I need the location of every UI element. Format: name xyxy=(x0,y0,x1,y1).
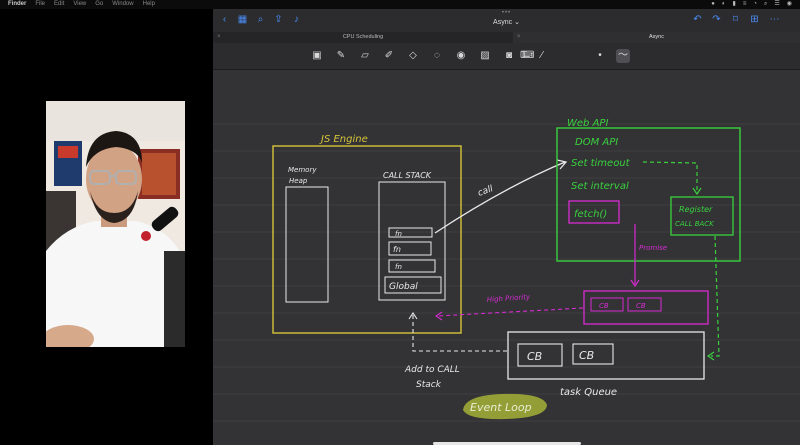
event-loop-label: Event Loop xyxy=(470,401,532,414)
set-interval-label: Set interval xyxy=(571,181,629,192)
stack-frame-fn-3-label: fn xyxy=(395,263,402,271)
menu-finder[interactable]: Finder xyxy=(8,0,26,9)
highlighter-icon[interactable]: ✐ xyxy=(382,49,396,63)
register-callback-box xyxy=(670,196,734,236)
task-cb-2-label: CB xyxy=(579,349,594,362)
bookmark-icon[interactable]: ⌑ xyxy=(729,13,742,26)
document-tabs: × CPU Scheduling × Async xyxy=(213,32,800,43)
stroke-width-icon[interactable]: 〜 xyxy=(616,49,630,63)
fetch-label: fetch() xyxy=(574,209,607,220)
add-to-call-stack-label-1: Add to CALL xyxy=(404,365,460,375)
menu-window[interactable]: Window xyxy=(112,0,133,9)
microtask-cb-1-label: CB xyxy=(599,302,609,310)
call-label: call xyxy=(477,184,495,199)
task-cb-1-label: CB xyxy=(527,350,542,363)
menu-edit[interactable]: Edit xyxy=(54,0,64,9)
siri-icon[interactable]: ◉ xyxy=(787,0,792,9)
callback-label: CALL BACK xyxy=(675,220,715,228)
eraser-icon[interactable]: ▱ xyxy=(358,49,372,63)
callback-to-queue-arrow xyxy=(711,235,720,357)
menu-go[interactable]: Go xyxy=(95,0,103,9)
add-to-call-stack-label-2: Stack xyxy=(416,380,442,390)
microtask-cb-2-label: CB xyxy=(636,302,646,310)
lasso-icon[interactable]: ◌ xyxy=(430,49,444,63)
set-timeout-register-arrow xyxy=(642,161,698,192)
document-title-text: Async xyxy=(493,19,513,26)
more-icon[interactable]: ⋯ xyxy=(768,13,781,26)
set-timeout-label: Set timeout xyxy=(571,158,631,169)
image-icon[interactable]: ▨ xyxy=(478,49,492,63)
stack-frame-fn-1-label: fn xyxy=(395,230,402,238)
shapes-icon[interactable]: ◇ xyxy=(406,49,420,63)
chevron-down-icon: ⌄ xyxy=(514,19,520,26)
macos-menubar: Finder File Edit View Go Window Help ● ◐… xyxy=(0,0,800,9)
menu-help[interactable]: Help xyxy=(143,0,155,9)
memory-heap-label-2: Heap xyxy=(289,177,308,185)
tab-label: CPU Scheduling xyxy=(342,34,384,40)
webcam-video xyxy=(46,101,185,347)
tab-cpu-scheduling[interactable]: × CPU Scheduling xyxy=(213,32,513,43)
record-icon[interactable]: ● xyxy=(711,0,715,9)
focus-icon[interactable]: ◐ xyxy=(722,0,726,9)
high-priority-label: High Priority xyxy=(487,293,532,304)
task-queue-label: task Queue xyxy=(560,387,617,398)
memory-heap-box xyxy=(285,186,329,303)
menubar-status: ● ◐ ▮ ≡ ◔ ⌕ ☰ ◉ xyxy=(711,0,792,9)
note-canvas[interactable]: JS Engine Memory Heap CALL STACK fn fn f… xyxy=(213,70,800,445)
clock-icon[interactable]: ◔ xyxy=(753,0,757,9)
call-arrow xyxy=(434,161,566,234)
stack-frame-global-label: Global xyxy=(389,282,418,292)
drawing-toolbar: ▣ ✎ ▱ ✐ ◇ ◌ ◉ ▨ ◙ ⌨ T ⁄ • 〜 xyxy=(213,43,800,70)
image-scan-icon[interactable]: ▣ xyxy=(310,49,324,63)
menu-view[interactable]: View xyxy=(73,0,86,9)
close-icon[interactable]: × xyxy=(517,32,521,43)
close-icon[interactable]: × xyxy=(217,32,221,43)
tab-async[interactable]: × Async xyxy=(513,32,800,43)
js-engine-box xyxy=(272,145,462,334)
presenter-picture xyxy=(46,101,185,347)
wifi-icon[interactable]: ≡ xyxy=(743,0,747,9)
dom-api-label: DOM API xyxy=(575,137,618,148)
camera-icon[interactable]: ◙ xyxy=(502,49,516,63)
memory-heap-label-1: Memory xyxy=(288,166,317,174)
control-center-icon[interactable]: ☰ xyxy=(774,0,779,9)
high-priority-arrow xyxy=(436,307,584,317)
menu-file[interactable]: File xyxy=(35,0,45,9)
promise-label: Promise xyxy=(639,244,667,252)
spotlight-icon[interactable]: ⌕ xyxy=(764,0,767,9)
top-toolbar: ••• ‹ ▦ ⌕ ⇪ ♪ Async ⌄ ↶ ↷ ⌑ ⊞ ⋯ xyxy=(213,9,800,32)
redo-icon[interactable]: ↷ xyxy=(710,13,723,26)
js-engine-label: JS Engine xyxy=(319,134,368,145)
register-label: Register xyxy=(679,205,713,214)
text-icon[interactable]: T xyxy=(517,49,531,63)
stack-frame-fn-2-label: fn xyxy=(393,245,401,254)
laser-pointer-icon[interactable]: ⁄ xyxy=(535,49,549,63)
add-page-icon[interactable]: ⊞ xyxy=(748,13,761,26)
goodnotes-window: ••• ‹ ▦ ⌕ ⇪ ♪ Async ⌄ ↶ ↷ ⌑ ⊞ ⋯ × CPU Sc… xyxy=(213,9,800,445)
sticker-icon[interactable]: ◉ xyxy=(454,49,468,63)
tab-label: Async xyxy=(649,34,664,40)
pen-icon[interactable]: ✎ xyxy=(334,49,348,63)
undo-icon[interactable]: ↶ xyxy=(691,13,704,26)
handwritten-diagram: JS Engine Memory Heap CALL STACK fn fn f… xyxy=(213,118,800,422)
menubar-items: Finder File Edit View Go Window Help xyxy=(8,0,155,9)
color-dot-icon[interactable]: • xyxy=(593,49,607,63)
call-stack-label: CALL STACK xyxy=(383,171,432,180)
battery-icon[interactable]: ▮ xyxy=(733,0,736,9)
